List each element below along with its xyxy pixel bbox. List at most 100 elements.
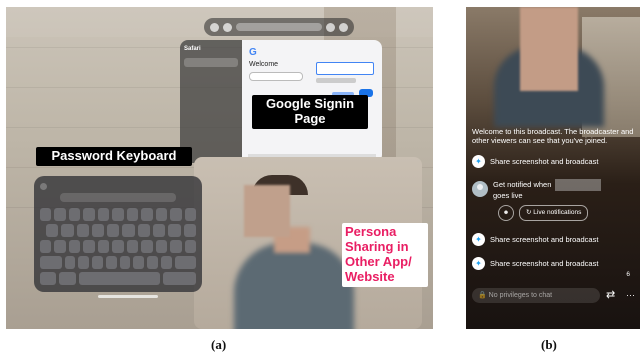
key xyxy=(46,224,59,237)
keyboard-row xyxy=(40,208,196,221)
close-icon xyxy=(40,182,47,190)
sidebar-item xyxy=(184,58,238,67)
broadcaster-face-blurred xyxy=(520,7,578,91)
welcome-message: Welcome to this broadcast. The broadcast… xyxy=(472,127,634,146)
key xyxy=(105,256,117,269)
key xyxy=(40,256,62,269)
window-grabber xyxy=(98,295,158,298)
label-password-keyboard: Password Keyboard xyxy=(36,147,192,166)
safari-sidebar: Safari xyxy=(180,40,242,163)
password-keyboard xyxy=(34,176,202,292)
share-message: Share screenshot and broadcast xyxy=(490,258,599,268)
key xyxy=(126,240,139,253)
sidebar-item xyxy=(184,70,238,79)
key xyxy=(40,240,52,253)
sidebar-item xyxy=(184,87,238,96)
key xyxy=(68,240,81,253)
key xyxy=(122,224,135,237)
sidebar-item xyxy=(184,99,238,108)
key xyxy=(155,240,168,253)
key xyxy=(54,208,66,221)
keyboard-row xyxy=(40,256,196,269)
key xyxy=(174,256,196,269)
avatar-icon xyxy=(472,181,488,198)
key xyxy=(184,208,196,221)
key xyxy=(54,240,66,253)
key xyxy=(92,256,103,269)
notify-message: Get notified when goes live xyxy=(493,178,602,200)
key xyxy=(112,208,124,221)
sidebar-item xyxy=(184,111,238,120)
live-notifications-button[interactable]: ↻ Live notifications xyxy=(519,205,589,222)
key xyxy=(137,224,151,237)
more-icon[interactable]: ··· xyxy=(626,288,635,303)
key xyxy=(141,208,153,221)
retweet-icon[interactable]: ⇄ xyxy=(606,288,615,303)
key xyxy=(160,256,172,269)
key xyxy=(40,272,57,285)
key xyxy=(64,256,76,269)
share-message: Share screenshot and broadcast xyxy=(490,156,599,166)
key xyxy=(147,256,158,269)
account-chip xyxy=(249,72,303,81)
key xyxy=(168,224,181,237)
persona-face-blurred xyxy=(244,185,290,237)
plus-icon xyxy=(326,22,335,32)
panel-a-screenshot: Safari G Welcome Google Signin Page Pass… xyxy=(6,7,433,329)
key xyxy=(83,208,95,221)
key xyxy=(61,224,74,237)
caption-b: (b) xyxy=(541,337,557,352)
feed-item: ✦ Share screenshot and broadcast xyxy=(472,154,634,168)
keyboard-row xyxy=(40,240,196,253)
feed-item: ✦ Share screenshot and broadcast xyxy=(472,257,634,271)
address-bar xyxy=(236,23,322,31)
key xyxy=(112,240,124,253)
keyboard-password-field xyxy=(60,193,176,202)
twitter-bird-icon: ✦ xyxy=(472,257,485,271)
feed-item: Get notified when goes live xyxy=(472,178,634,200)
keyboard-row xyxy=(40,224,196,237)
label-google-signin: Google Signin Page xyxy=(252,95,368,129)
show-password-checkbox xyxy=(316,78,356,83)
key xyxy=(83,240,95,253)
panel-b-screenshot: Welcome to this broadcast. The broadcast… xyxy=(466,7,640,329)
space-key xyxy=(78,272,161,285)
notify-actions: ☻ ↻ Live notifications xyxy=(498,205,634,222)
viewer-count: 6 xyxy=(626,271,630,278)
key xyxy=(119,256,131,269)
key xyxy=(155,208,168,221)
key xyxy=(91,224,105,237)
key xyxy=(97,240,110,253)
key xyxy=(170,240,182,253)
key xyxy=(141,240,153,253)
key xyxy=(107,224,120,237)
keyboard-row xyxy=(40,272,196,285)
chat-input[interactable]: 🔒 No privileges to chat xyxy=(472,288,600,303)
key xyxy=(76,224,89,237)
label-persona-sharing: Persona Sharing in Other App/ Website xyxy=(342,223,428,287)
broadcast-feed: Welcome to this broadcast. The broadcast… xyxy=(472,127,634,281)
add-user-button[interactable]: ☻ xyxy=(498,205,514,222)
caption-a: (a) xyxy=(211,337,227,352)
key xyxy=(133,256,144,269)
persona-body xyxy=(234,243,354,329)
browser-top-bar xyxy=(204,18,354,36)
key xyxy=(183,224,196,237)
feed-item: ✦ Share screenshot and broadcast xyxy=(472,233,634,247)
safari-title: Safari xyxy=(184,46,201,52)
twitter-bird-icon: ✦ xyxy=(472,154,485,168)
key xyxy=(184,240,196,253)
globe-icon xyxy=(59,272,76,285)
key xyxy=(126,208,139,221)
return-key xyxy=(163,272,196,285)
key xyxy=(97,208,110,221)
twitter-bird-icon: ✦ xyxy=(472,233,485,247)
google-logo-icon: G xyxy=(249,47,257,58)
key xyxy=(170,208,182,221)
key xyxy=(40,208,52,221)
key xyxy=(68,208,81,221)
key xyxy=(78,256,89,269)
password-input xyxy=(316,62,374,75)
redacted-name xyxy=(555,178,602,191)
tab-icon xyxy=(223,22,232,32)
